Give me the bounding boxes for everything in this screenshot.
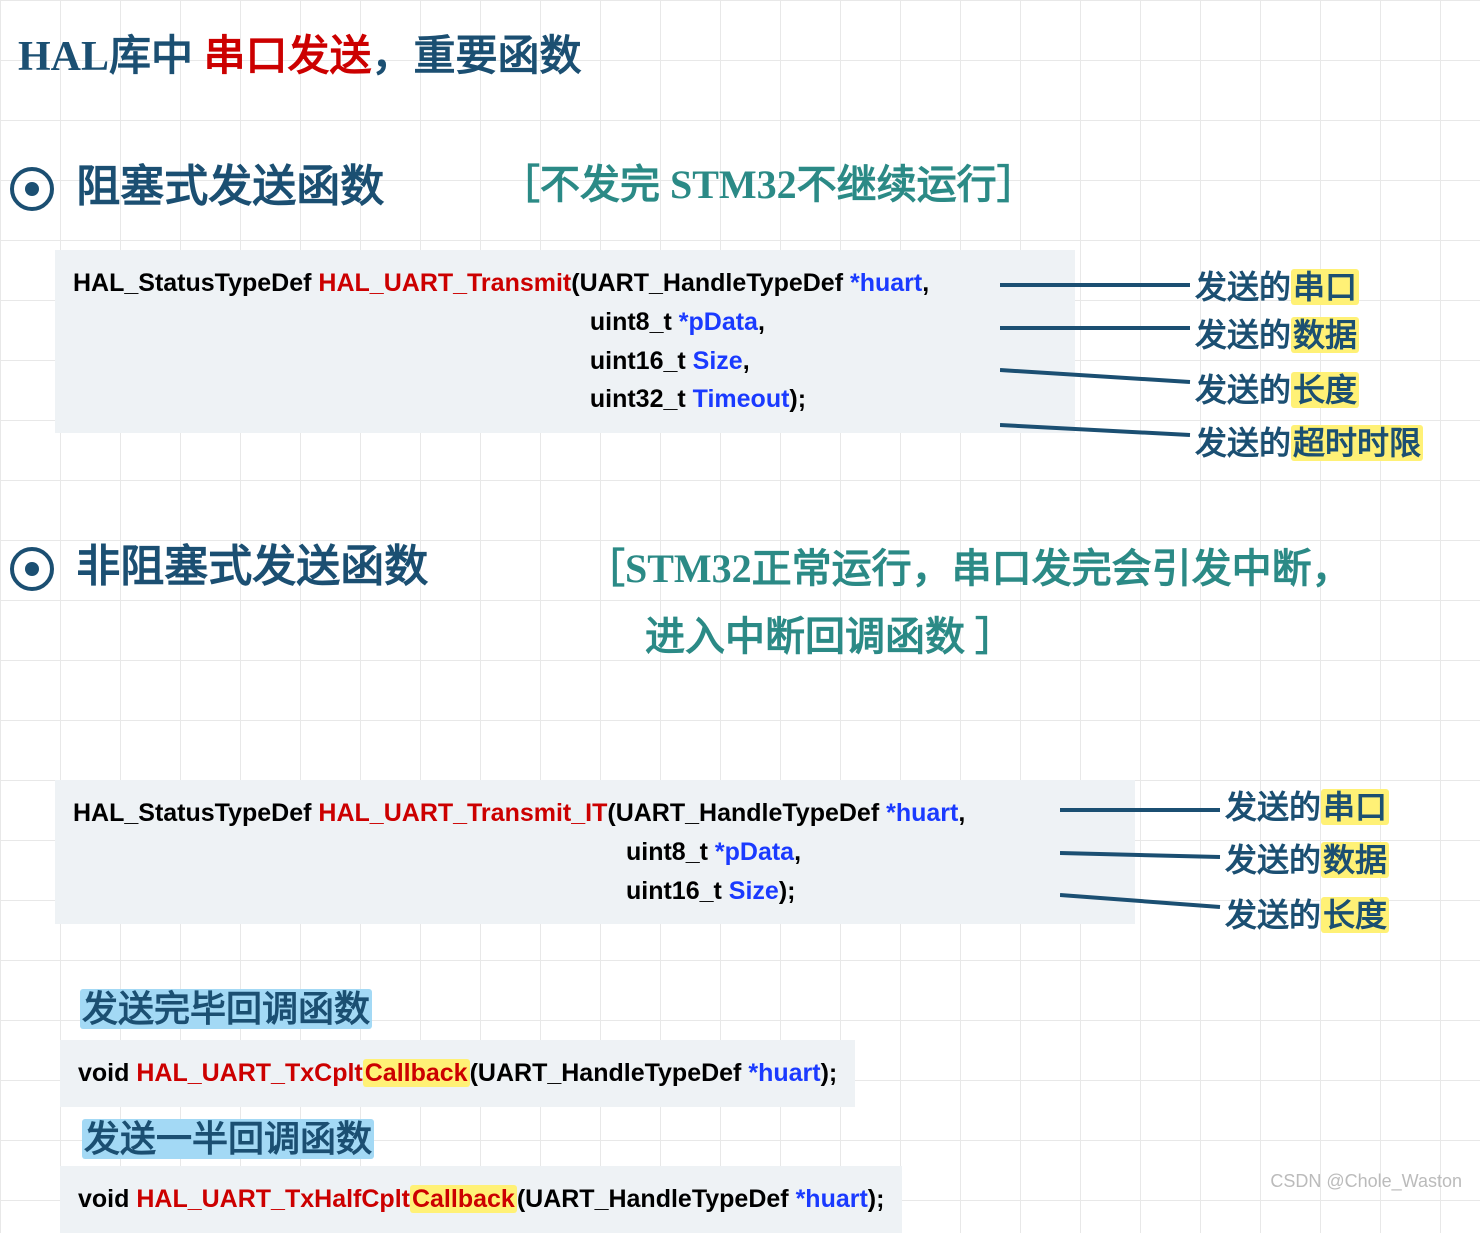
code-p3c: ); (779, 877, 796, 905)
section1-heading-row: 阻塞式发送函数 (10, 150, 384, 214)
code-p1c: , (922, 269, 929, 297)
ann1-4: 发送的超时时限 (1195, 418, 1423, 464)
code-p3a: uint16_t (626, 877, 729, 905)
page-title: HAL库中 串口发送，重要函数 (18, 22, 582, 83)
cb2-p1c: ); (868, 1185, 885, 1213)
ann1-2: 发送的数据 (1195, 310, 1359, 356)
section2-note: ［STM32正常运行，串口发完会引发中断， 进入中断回调函数 ］ (585, 535, 1352, 671)
code-p1a: (UART_HandleTypeDef (607, 799, 886, 827)
section2-heading-row: 非阻塞式发送函数 (10, 530, 428, 594)
cb1-fn-a: HAL_UART_TxCplt (136, 1059, 362, 1087)
section1-note: ［不发完 STM32不继续运行］ (500, 152, 1037, 210)
code-p4c: ); (789, 385, 806, 413)
cb2-ret: void (78, 1185, 136, 1213)
cb1-p1b: *huart (748, 1059, 820, 1087)
code-p1b: *huart (886, 799, 958, 827)
bullet-icon (10, 167, 54, 211)
section1-code: HAL_StatusTypeDef HAL_UART_Transmit(UART… (55, 250, 1075, 433)
code-ret: HAL_StatusTypeDef (73, 799, 318, 827)
code-p3a: uint16_t (590, 347, 693, 375)
code-p2c: , (758, 308, 765, 336)
title-red: 串口发送 (204, 34, 372, 80)
code-p1a: (UART_HandleTypeDef (571, 269, 850, 297)
callback2-label: 发送一半回调函数 (82, 1110, 374, 1162)
code-p4a: uint32_t (590, 385, 693, 413)
code-p2b: *pData (715, 838, 794, 866)
code-p3b: Size (729, 877, 779, 905)
section1-heading: 阻塞式发送函数 (76, 162, 384, 211)
code-p4b: Timeout (693, 385, 790, 413)
cb1-p1c: ); (821, 1059, 838, 1087)
cb1-ret: void (78, 1059, 136, 1087)
code-fn: HAL_UART_Transmit (318, 269, 571, 297)
ann2-1: 发送的串口 (1225, 782, 1389, 828)
code-fn: HAL_UART_Transmit_IT (318, 799, 607, 827)
code-p2c: , (794, 838, 801, 866)
cb2-fn-b: Callback (410, 1185, 517, 1213)
title-post: ，重要函数 (372, 34, 582, 80)
cb1-fn-b: Callback (363, 1059, 470, 1087)
cb2-fn-a: HAL_UART_TxHalfCplt (136, 1185, 410, 1213)
bullet-icon (10, 547, 54, 591)
code-p2a: uint8_t (590, 308, 679, 336)
ann1-3: 发送的长度 (1195, 365, 1359, 411)
ann2-3: 发送的长度 (1225, 890, 1389, 936)
watermark: CSDN @Chole_Waston (1270, 1171, 1462, 1192)
code-p3b: Size (693, 347, 743, 375)
title-pre: HAL库中 (18, 34, 204, 80)
ann2-2: 发送的数据 (1225, 835, 1389, 881)
code-p2a: uint8_t (626, 838, 715, 866)
section2-heading: 非阻塞式发送函数 (76, 542, 428, 591)
cb2-p1a: (UART_HandleTypeDef (517, 1185, 796, 1213)
callback1-label: 发送完毕回调函数 (80, 980, 372, 1032)
code-p2b: *pData (679, 308, 758, 336)
code-p1c: , (958, 799, 965, 827)
ann1-1: 发送的串口 (1195, 262, 1359, 308)
cb2-p1b: *huart (796, 1185, 868, 1213)
callback2-code: void HAL_UART_TxHalfCpltCallback(UART_Ha… (60, 1166, 902, 1233)
cb1-p1a: (UART_HandleTypeDef (470, 1059, 749, 1087)
callback1-code: void HAL_UART_TxCpltCallback(UART_Handle… (60, 1040, 855, 1107)
code-ret: HAL_StatusTypeDef (73, 269, 318, 297)
code-p1b: *huart (850, 269, 922, 297)
section2-code: HAL_StatusTypeDef HAL_UART_Transmit_IT(U… (55, 780, 1135, 924)
code-p3c: , (743, 347, 750, 375)
